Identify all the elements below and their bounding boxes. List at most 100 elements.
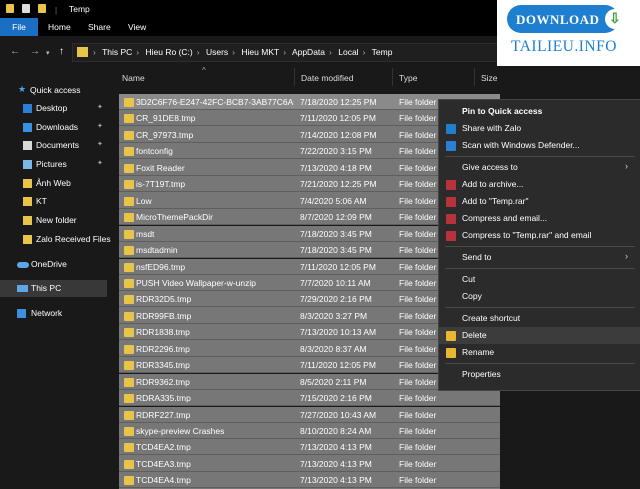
address-bar[interactable]: › This PC › Hieu Ro (C:) › Users › Hieu MKT… (72, 43, 499, 62)
download-arrow-icon: ⇩ (605, 9, 625, 29)
tab-share[interactable]: Share (88, 18, 111, 36)
file-row[interactable]: TCD4EA2.tmp 7/13/2020 4:13 PM File folder (119, 439, 500, 456)
folder-icon (23, 216, 32, 225)
file-type: File folder (399, 228, 437, 239)
folder-icon (124, 361, 134, 371)
file-row[interactable]: TCD4EA4.tmp 7/13/2020 4:13 PM File folder (119, 472, 500, 489)
tab-home[interactable]: Home (48, 18, 71, 36)
sidebar-item-network[interactable]: Network (0, 305, 107, 322)
shield-uac-icon (446, 331, 456, 341)
menu-item-label: Send to (462, 252, 492, 262)
menu-item-add-to-archive[interactable]: Add to archive... (439, 176, 640, 193)
column-name[interactable]: Name (122, 73, 145, 83)
breadcrumb-drive[interactable]: Hieu Ro (C:) (146, 47, 193, 57)
file-row[interactable]: RDRA335.tmp 7/15/2020 2:16 PM File folder (119, 390, 500, 407)
pin-icon: ✦ (97, 160, 103, 167)
sidebar-item-onedrive[interactable]: OneDrive (0, 256, 107, 273)
menu-item-cut[interactable]: Cut (439, 271, 640, 288)
sidebar-item-anh-web[interactable]: Ảnh Web (0, 175, 107, 192)
shield-icon (446, 141, 456, 151)
navigation-pane: ★ Quick access Desktop ✦ Downloads ✦ Doc… (0, 66, 112, 480)
tab-file[interactable]: File (0, 18, 38, 36)
quick-access-toolbar-separator: | (55, 6, 58, 15)
new-folder-icon[interactable] (38, 4, 46, 13)
file-row[interactable]: skype-preview Crashes 8/10/2020 8:24 AM Fi… (119, 423, 500, 440)
file-date: 7/21/2020 12:25 PM (300, 179, 377, 190)
file-type: File folder (399, 376, 437, 387)
menu-item-share-with-zalo[interactable]: Share with Zalo (439, 120, 640, 137)
menu-item-add-to-temp-rar[interactable]: Add to "Temp.rar" (439, 193, 640, 210)
file-row[interactable]: TCD4EA3.tmp 7/13/2020 4:13 PM File folder (119, 455, 500, 473)
breadcrumb-local[interactable]: Local (338, 47, 358, 57)
folder-icon (124, 130, 134, 140)
recent-locations-button[interactable]: ▾ (46, 49, 50, 57)
file-type: File folder (399, 475, 437, 486)
file-date: 8/5/2020 2:11 PM (300, 376, 367, 387)
star-icon: ★ (18, 84, 27, 94)
breadcrumb-appdata[interactable]: AppData (292, 47, 325, 57)
menu-separator (445, 268, 635, 269)
menu-item-give-access-to[interactable]: Give access to › (439, 159, 640, 176)
folder-icon (124, 147, 134, 157)
menu-item-label: Rename (462, 347, 495, 357)
forward-button[interactable]: → (30, 46, 40, 57)
sidebar-item-pictures[interactable]: Pictures ✦ (0, 156, 107, 173)
menu-item-scan-with-windows-defender[interactable]: Scan with Windows Defender... (439, 137, 640, 154)
breadcrumb-temp[interactable]: Temp (372, 47, 393, 57)
folder-icon (124, 229, 134, 239)
menu-item-send-to[interactable]: Send to › (439, 249, 640, 266)
menu-separator (445, 156, 635, 157)
file-name: RDR99FB.tmp (136, 310, 192, 321)
sidebar-item-kt[interactable]: KT (0, 193, 107, 210)
watermark-logo: DOWNLOAD ⇩ TAILIEU.INFO (497, 0, 640, 66)
menu-item-label: Give access to (462, 162, 518, 172)
window-title: Temp (69, 4, 90, 14)
back-button[interactable]: ← (10, 46, 20, 57)
sidebar-item-this-pc[interactable]: This PC (0, 280, 107, 297)
file-type: File folder (399, 393, 437, 404)
column-type[interactable]: Type (399, 73, 417, 83)
sidebar-item-quick-access[interactable]: ★ Quick access (0, 82, 107, 99)
properties-icon[interactable] (22, 4, 30, 13)
breadcrumb-this-pc[interactable]: This PC (102, 47, 132, 57)
column-date-modified[interactable]: Date modified (301, 73, 353, 83)
file-type: File folder (399, 179, 437, 190)
file-date: 7/4/2020 5:06 AM (300, 195, 367, 206)
file-date: 7/13/2020 10:13 AM (300, 327, 377, 338)
file-name: CR_97973.tmp (136, 129, 194, 140)
column-size[interactable]: Size (481, 73, 498, 83)
file-name: Low (136, 195, 152, 206)
watermark-site: TAILIEU.INFO (511, 38, 617, 55)
menu-item-rename[interactable]: Rename (439, 344, 640, 361)
file-type: File folder (399, 162, 437, 173)
file-date: 7/7/2020 10:11 AM (300, 277, 371, 288)
tab-view[interactable]: View (128, 18, 146, 36)
sidebar-item-downloads[interactable]: Downloads ✦ (0, 119, 107, 136)
file-date: 8/7/2020 12:09 PM (300, 212, 372, 223)
sidebar-item-documents[interactable]: Documents ✦ (0, 137, 107, 154)
download-icon (23, 123, 32, 132)
file-type: File folder (399, 343, 437, 354)
sidebar-item-zalo-received-files[interactable]: Zalo Received Files (0, 231, 111, 248)
up-button[interactable]: ↑ (59, 46, 64, 57)
menu-item-compress-to-temp-rar-and-email[interactable]: Compress to "Temp.rar" and email (439, 227, 640, 244)
file-type: File folder (399, 113, 437, 124)
file-type: File folder (399, 442, 437, 453)
sidebar-item-desktop[interactable]: Desktop ✦ (0, 100, 107, 117)
file-date: 7/22/2020 3:15 PM (300, 146, 372, 157)
menu-item-delete[interactable]: Delete (439, 327, 640, 344)
file-date: 7/11/2020 12:05 PM (300, 261, 376, 272)
sidebar-item-new-folder[interactable]: New folder (0, 212, 107, 229)
menu-item-create-shortcut[interactable]: Create shortcut (439, 310, 640, 327)
file-type: File folder (399, 426, 437, 436)
menu-item-compress-and-email[interactable]: Compress and email... (439, 210, 640, 227)
breadcrumb-user[interactable]: Hieu MKT (241, 47, 279, 57)
file-type: File folder (399, 97, 437, 107)
menu-item-pin-to-quick-access[interactable]: Pin to Quick access (439, 103, 640, 120)
file-row[interactable]: RDRF227.tmp 7/27/2020 10:43 AM File folder (119, 406, 500, 423)
folder-icon (124, 344, 134, 354)
menu-item-properties[interactable]: Properties (439, 366, 640, 383)
file-name: TCD4EA2.tmp (136, 442, 191, 453)
breadcrumb-users[interactable]: Users (206, 47, 228, 57)
menu-item-copy[interactable]: Copy (439, 288, 640, 305)
